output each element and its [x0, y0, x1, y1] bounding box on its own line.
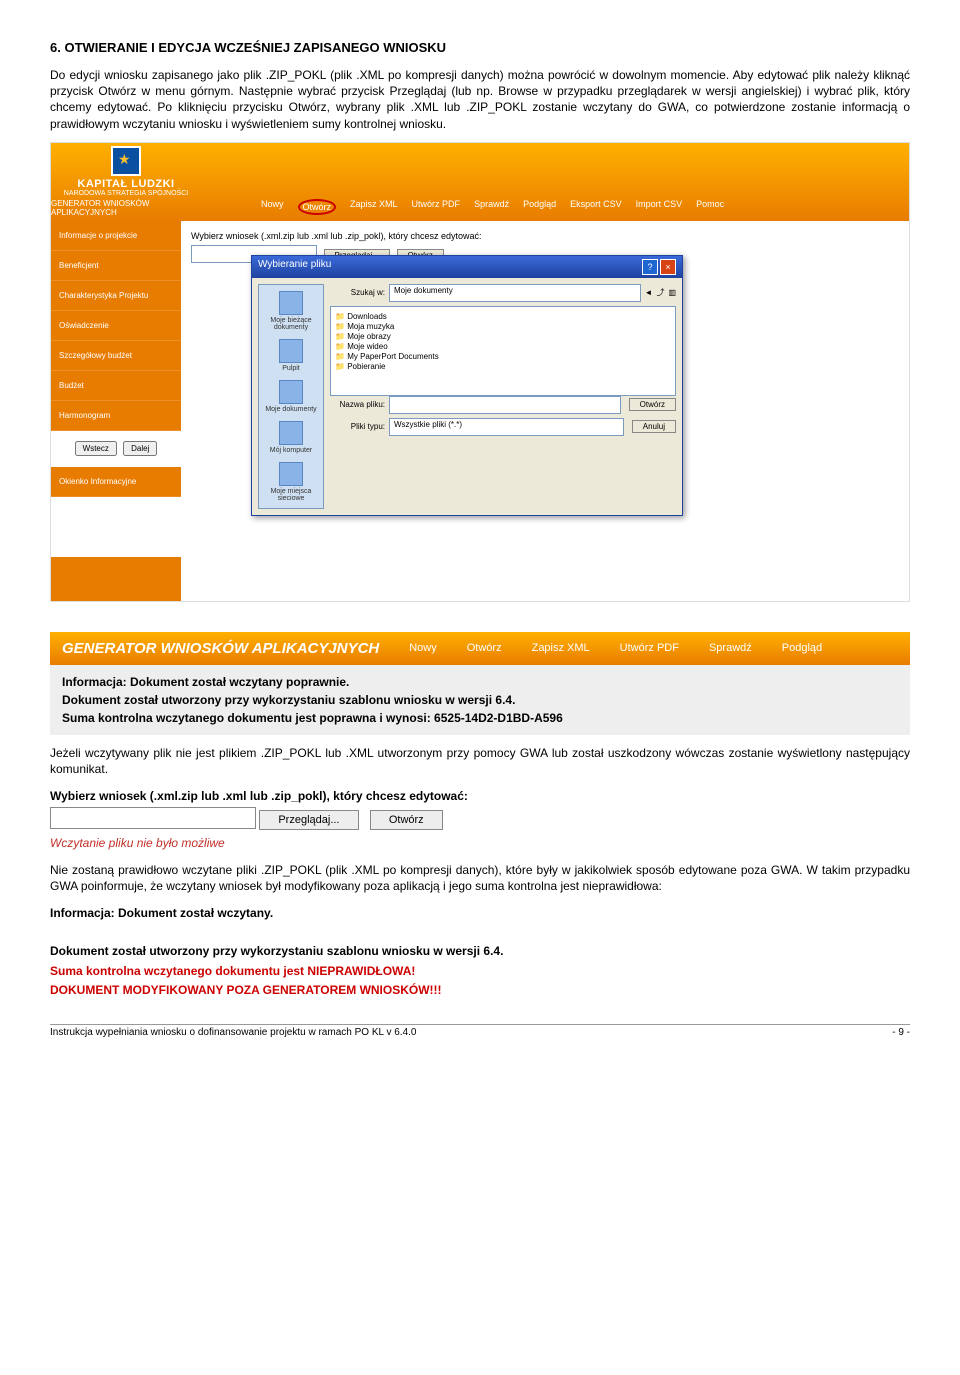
sidebar-item-harmonogram[interactable]: Harmonogram [51, 401, 181, 431]
menu-eksport-csv[interactable]: Eksport CSV [570, 199, 622, 215]
sidebar-item-charakterystyka[interactable]: Charakterystyka Projektu [51, 281, 181, 311]
dialog-cancel-button[interactable]: Anuluj [632, 420, 676, 433]
sidebar: Informacje o projekcie Beneficjent Chara… [51, 221, 181, 601]
sidebar-item-beneficjent[interactable]: Beneficjent [51, 251, 181, 281]
close-icon[interactable]: × [660, 259, 676, 275]
msg-line-1: Informacja: Dokument został wczytany pop… [62, 673, 898, 691]
main-panel: Wybierz wniosek (.xml.zip lub .xml lub .… [181, 221, 909, 601]
error-screenshot: Wybierz wniosek (.xml.zip lub .xml lub .… [50, 789, 910, 850]
menu-pomoc[interactable]: Pomoc [696, 199, 724, 215]
file-chooser-dialog: Wybieranie pliku ? × Moje bieżące dokume… [251, 255, 683, 516]
folder-item[interactable]: 📁 Pobieranie [335, 362, 671, 371]
gwa-app-screenshot: KAPITAŁ LUDZKI NARODOWA STRATEGIA SPÓJNO… [50, 142, 910, 602]
place-recent[interactable]: Moje bieżące dokumenty [261, 291, 321, 331]
menu-sprawdz[interactable]: Sprawdź [474, 199, 509, 215]
paragraph-2: Jeżeli wczytywany plik nie jest plikiem … [50, 745, 910, 777]
paragraph-3: Nie zostaną prawidłowo wczytane pliki .Z… [50, 862, 910, 894]
lookin-select[interactable]: Moje dokumenty [389, 284, 641, 302]
success-message: Informacja: Dokument został wczytany pop… [50, 665, 910, 735]
sidebar-item-oswiadczenie[interactable]: Oświadczenie [51, 311, 181, 341]
msg2-line-1: Informacja: Dokument został wczytany. [50, 904, 910, 923]
place-network[interactable]: Moje miejsca sieciowe [261, 462, 321, 502]
generator-title: GENERATOR WNIOSKÓW APLIKACYJNYCH [51, 199, 201, 217]
filetype-label: Pliki typu: [330, 422, 385, 431]
folder-item[interactable]: 📁 Moje wideo [335, 342, 671, 351]
places-bar: Moje bieżące dokumenty Pulpit Moje dokum… [258, 284, 324, 509]
place-mycomputer[interactable]: Mój komputer [270, 421, 312, 454]
menu-import-csv[interactable]: Import CSV [636, 199, 683, 215]
up-icon[interactable]: ⤴ [656, 287, 664, 298]
browse-button-2[interactable]: Przeglądaj... [259, 810, 358, 830]
brand-title: KAPITAŁ LUDZKI [77, 178, 174, 190]
menu-zapisz-xml[interactable]: Zapisz XML [350, 199, 398, 215]
bar-menu-otworz[interactable]: Otwórz [467, 642, 502, 654]
dialog-open-button[interactable]: Otwórz [629, 398, 676, 411]
place-mydocs[interactable]: Moje dokumenty [265, 380, 316, 413]
msg-line-3: Suma kontrolna wczytanego dokumentu jest… [62, 709, 898, 727]
msg-line-2: Dokument został utworzony przy wykorzyst… [62, 691, 898, 709]
bar-menu-podglad[interactable]: Podgląd [782, 642, 822, 654]
dialog-title: Wybieranie pliku [258, 259, 331, 275]
bar-title: GENERATOR WNIOSKÓW APLIKACYJNYCH [62, 640, 379, 657]
brand-subtitle: NARODOWA STRATEGIA SPÓJNOŚCI [64, 190, 188, 197]
info-panel-title: Okienko Informacyjne [51, 467, 181, 497]
menu-podglad[interactable]: Podgląd [523, 199, 556, 215]
filename-input[interactable] [389, 396, 621, 414]
msg2-line-2: Dokument został utworzony przy wykorzyst… [50, 942, 910, 961]
footer-right: - 9 - [892, 1027, 910, 1038]
folder-item[interactable]: 📁 Downloads [335, 312, 671, 321]
footer-left: Instrukcja wypełniania wniosku o dofinan… [50, 1027, 417, 1038]
file-list[interactable]: 📁 Downloads 📁 Moja muzyka 📁 Moje obrazy … [330, 306, 676, 396]
bar-menu-sprawdz[interactable]: Sprawdź [709, 642, 752, 654]
back-button[interactable]: Wstecz [75, 441, 117, 456]
next-button[interactable]: Dalej [123, 441, 157, 456]
folder-item[interactable]: 📁 Moja muzyka [335, 322, 671, 331]
msg2-line-3: Suma kontrolna wczytanego dokumentu jest… [50, 962, 910, 981]
page-footer: Instrukcja wypełniania wniosku o dofinan… [50, 1024, 910, 1038]
doc-version: Numer wersji dokumentu: 6.4 [51, 497, 181, 527]
star-logo-icon [111, 146, 141, 176]
bar-menu-zapisz[interactable]: Zapisz XML [532, 642, 590, 654]
invalid-checksum-message: Informacja: Dokument został wczytany. Do… [50, 904, 910, 1000]
intro-paragraph: Do edycji wniosku zapisanego jako plik .… [50, 67, 910, 132]
app-bar: GENERATOR WNIOSKÓW APLIKACYJNYCH Nowy Ot… [50, 632, 910, 665]
nav-buttons: Wstecz Dalej [51, 431, 181, 467]
back-icon[interactable]: ◄ [645, 288, 653, 297]
lookin-label: Szukaj w: [330, 288, 385, 297]
menu-otworz[interactable]: Otwórz [298, 199, 337, 215]
open-button-2[interactable]: Otwórz [370, 810, 443, 830]
file-path-input[interactable] [50, 807, 256, 829]
dialog-titlebar: Wybieranie pliku ? × [252, 256, 682, 278]
folder-item[interactable]: 📁 Moje obrazy [335, 332, 671, 341]
menu-nowy[interactable]: Nowy [261, 199, 284, 215]
place-desktop[interactable]: Pulpit [279, 339, 303, 372]
filename-label: Nazwa pliku: [330, 400, 385, 409]
section-heading: 6. OTWIERANIE I EDYCJA WCZEŚNIEJ ZAPISAN… [50, 40, 910, 55]
doc-filename: Nazwa pliku: Wniosek.xml [51, 527, 181, 557]
folder-item[interactable]: 📁 My PaperPort Documents [335, 352, 671, 361]
top-menu: Nowy Otwórz Zapisz XML Utwórz PDF Sprawd… [261, 199, 724, 215]
success-screenshot: GENERATOR WNIOSKÓW APLIKACYJNYCH Nowy Ot… [50, 632, 910, 735]
sidebar-item-szczegolowy[interactable]: Szczegółowy budżet [51, 341, 181, 371]
app-logo-block: KAPITAŁ LUDZKI NARODOWA STRATEGIA SPÓJNO… [51, 143, 201, 221]
bar-menu-nowy[interactable]: Nowy [409, 642, 437, 654]
help-icon[interactable]: ? [642, 259, 658, 275]
sidebar-item-info[interactable]: Informacje o projekcie [51, 221, 181, 251]
views-icon[interactable]: ▥ [668, 288, 676, 297]
select-label: Wybierz wniosek (.xml.zip lub .xml lub .… [50, 789, 910, 803]
msg2-line-4: DOKUMENT MODYFIKOWANY POZA GENERATOREM W… [50, 981, 910, 1000]
select-prompt: Wybierz wniosek (.xml.zip lub .xml lub .… [191, 231, 899, 241]
menu-utworz-pdf[interactable]: Utwórz PDF [412, 199, 461, 215]
sidebar-item-budzet[interactable]: Budżet [51, 371, 181, 401]
bar-menu-pdf[interactable]: Utwórz PDF [620, 642, 679, 654]
error-message: Wczytanie pliku nie było możliwe [50, 836, 910, 850]
app-header: KAPITAŁ LUDZKI NARODOWA STRATEGIA SPÓJNO… [51, 143, 909, 221]
filetype-select[interactable]: Wszystkie pliki (*.*) [389, 418, 624, 436]
